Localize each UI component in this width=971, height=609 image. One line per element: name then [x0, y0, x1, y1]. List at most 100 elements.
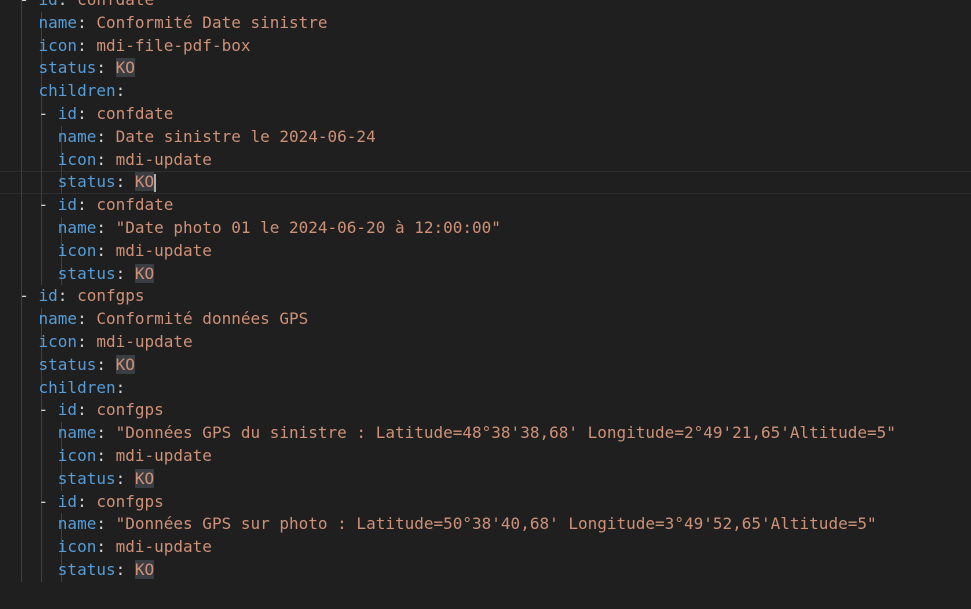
colon: : [77, 195, 87, 215]
yaml-key: status [57, 468, 116, 488]
code-line[interactable]: status: KO [0, 57, 971, 81]
colon: : [115, 263, 126, 283]
code-line[interactable]: - id: confdate [0, 0, 971, 12]
yaml-value: confgps [96, 400, 164, 420]
colon: : [115, 172, 126, 192]
colon: : [77, 491, 87, 511]
line-content: status: KO [0, 171, 157, 194]
yaml-key: status [57, 263, 116, 283]
code-line[interactable]: name: "Données GPS sur photo : Latitude=… [0, 513, 971, 537]
yaml-key: name [38, 309, 78, 329]
line-content: name: "Date photo 01 le 2024-06-20 à 12:… [0, 217, 501, 240]
colon: : [96, 423, 106, 443]
yaml-key: id [39, 0, 58, 9]
yaml-value: mdi-file-pdf-box [96, 35, 251, 55]
colon: : [77, 309, 87, 329]
code-line[interactable]: status: KO [0, 171, 971, 195]
line-content: name: "Données GPS du sinistre : Latitud… [0, 422, 896, 445]
yaml-key: id [57, 491, 78, 511]
code-line[interactable]: - id: confgps [0, 285, 971, 309]
yaml-key: name [57, 514, 97, 534]
yaml-value: KO [134, 468, 155, 488]
code-line[interactable]: name: "Données GPS du sinistre : Latitud… [0, 422, 971, 445]
code-line[interactable]: icon: mdi-update [0, 148, 971, 172]
colon: : [96, 445, 106, 465]
code-line[interactable]: name: Conformité Date sinistre [0, 11, 971, 35]
list-dash: - [38, 400, 58, 420]
yaml-key: icon [38, 331, 78, 351]
colon: : [115, 81, 126, 101]
line-content: name: "Données GPS sur photo : Latitude=… [0, 513, 877, 536]
colon: : [96, 354, 106, 374]
line-content: - id: confgps [0, 285, 145, 308]
code-line[interactable]: children: [0, 80, 971, 103]
code-editor[interactable]: - id: confdate name: Conformité Date sin… [0, 0, 971, 609]
line-content: icon: mdi-update [0, 536, 212, 559]
yaml-key: children [38, 377, 116, 397]
yaml-key: name [57, 217, 97, 237]
colon: : [96, 240, 106, 260]
yaml-value: confgps [77, 286, 145, 306]
yaml-key: icon [57, 149, 97, 169]
line-content: status: KO [0, 468, 155, 491]
text-cursor [154, 173, 157, 192]
code-line[interactable]: name: Conformité données GPS [0, 308, 971, 331]
colon: : [57, 286, 68, 306]
line-content: icon: mdi-file-pdf-box [0, 35, 251, 58]
line-content: - id: confdate [0, 194, 174, 217]
code-line[interactable]: icon: mdi-update [0, 536, 971, 559]
code-line[interactable]: name: Date sinistre le 2024-06-24 [0, 125, 971, 149]
yaml-value: KO [115, 58, 135, 78]
yaml-key: icon [57, 240, 97, 260]
line-content: - id: confdate [0, 0, 154, 12]
yaml-value: mdi-update [115, 445, 212, 465]
line-content: icon: mdi-update [0, 445, 212, 468]
yaml-key: icon [57, 445, 97, 465]
yaml-key: id [57, 195, 78, 215]
code-line[interactable]: - id: confdate [0, 102, 971, 126]
code-line[interactable]: status: KO [0, 262, 971, 286]
code-line[interactable]: icon: mdi-update [0, 330, 971, 354]
code-line[interactable]: - id: confgps [0, 490, 971, 514]
colon: : [77, 12, 87, 32]
yaml-value: "Données GPS sur photo : Latitude=50°38'… [115, 514, 877, 534]
code-line[interactable]: - id: confgps [0, 399, 971, 423]
code-line[interactable]: icon: mdi-update [0, 239, 971, 263]
line-content: status: KO [0, 559, 155, 582]
list-dash: - [38, 491, 58, 511]
yaml-key: id [38, 286, 58, 306]
yaml-key: status [38, 354, 97, 374]
yaml-value: Date sinistre le 2024-06-24 [115, 126, 376, 146]
line-content: children: [0, 80, 126, 103]
code-line[interactable]: icon: mdi-file-pdf-box [0, 34, 971, 58]
code-line[interactable]: - id: confdate [0, 194, 971, 217]
code-line[interactable]: status: KO [0, 558, 971, 582]
yaml-key: name [38, 12, 78, 32]
colon: : [115, 377, 126, 397]
colon: : [115, 468, 126, 488]
code-line[interactable]: children: [0, 376, 971, 400]
colon: : [77, 331, 87, 351]
colon: : [77, 400, 87, 420]
yaml-value: mdi-update [115, 537, 212, 557]
list-dash: - [19, 0, 38, 9]
yaml-value: KO [134, 559, 155, 579]
line-content: status: KO [0, 57, 135, 80]
yaml-value: mdi-update [96, 331, 193, 351]
line-content: name: Conformité Date sinistre [0, 12, 328, 35]
yaml-value: mdi-update [115, 240, 212, 260]
line-content: - id: confdate [0, 103, 174, 126]
code-line[interactable]: name: "Date photo 01 le 2024-06-20 à 12:… [0, 216, 971, 240]
yaml-key: name [57, 423, 97, 443]
code-line[interactable]: status: KO [0, 467, 971, 491]
list-dash: - [38, 103, 58, 123]
code-line[interactable]: status: KO [0, 353, 971, 377]
yaml-value: Conformité données GPS [96, 309, 309, 329]
colon: : [96, 126, 106, 146]
colon: : [96, 217, 106, 237]
code-line[interactable]: icon: mdi-update [0, 444, 971, 468]
line-content: icon: mdi-update [0, 240, 212, 263]
line-content: name: Date sinistre le 2024-06-24 [0, 126, 376, 149]
line-content: status: KO [0, 354, 135, 377]
colon: : [96, 537, 106, 557]
